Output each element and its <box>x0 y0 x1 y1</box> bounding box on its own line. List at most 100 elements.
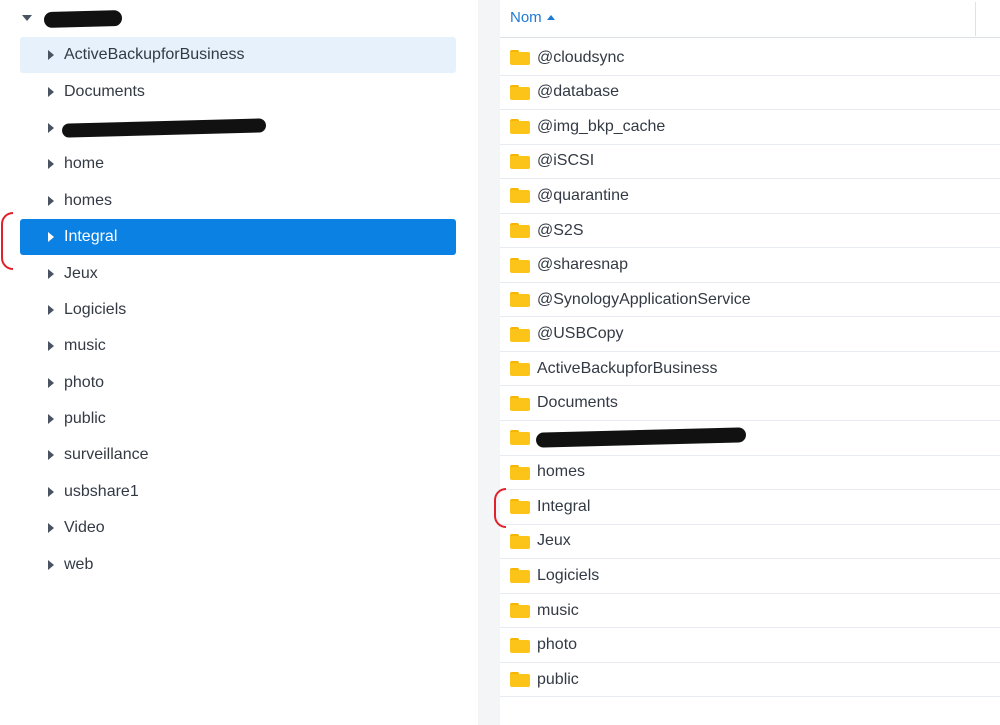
file-row[interactable]: homes <box>500 456 1000 491</box>
tree-item[interactable]: ActiveBackupforBusiness <box>20 37 456 74</box>
folder-icon <box>510 533 530 549</box>
tree-item-label: usbshare1 <box>64 482 139 500</box>
column-header-name[interactable]: Nom <box>510 9 555 26</box>
caret-right-icon[interactable] <box>48 232 54 243</box>
file-name: @sharesnap <box>537 256 628 274</box>
caret-down-icon[interactable] <box>22 15 32 21</box>
folder-icon <box>510 430 530 446</box>
tree-item-label: Jeux <box>64 264 98 282</box>
caret-right-icon[interactable] <box>48 486 54 497</box>
pane-divider[interactable] <box>478 0 500 725</box>
file-name: ActiveBackupforBusiness <box>537 359 718 377</box>
folder-icon <box>510 257 530 273</box>
file-row[interactable]: @sharesnap <box>500 248 1000 283</box>
file-row[interactable]: photo <box>500 628 1000 663</box>
caret-right-icon[interactable] <box>48 195 54 206</box>
column-separator[interactable] <box>975 2 976 36</box>
file-name: Logiciels <box>537 566 600 584</box>
tree-item[interactable]: home <box>20 146 456 182</box>
file-row[interactable]: Logiciels <box>500 559 1000 594</box>
folder-icon <box>510 361 530 377</box>
caret-right-icon[interactable] <box>48 559 54 570</box>
tree-item-label: ActiveBackupforBusiness <box>64 46 245 64</box>
tree-item-label: web <box>64 555 94 573</box>
annotation-bracket <box>1 212 13 270</box>
tree-item-label: Logiciels <box>64 300 127 318</box>
folder-icon <box>510 499 530 515</box>
file-name: @img_bkp_cache <box>537 117 666 135</box>
file-row[interactable]: Documents <box>500 386 1000 422</box>
file-name: Integral <box>537 497 591 515</box>
file-row[interactable]: @quarantine <box>500 179 1000 214</box>
redaction-mark <box>43 9 123 29</box>
file-name: Documents <box>537 394 618 412</box>
caret-right-icon[interactable] <box>48 50 54 61</box>
file-name: @S2S <box>537 221 584 239</box>
file-row[interactable]: @iSCSI <box>500 145 1000 180</box>
file-row[interactable]: @database <box>500 76 1000 111</box>
folder-icon <box>510 395 530 411</box>
file-list: @cloudsync @database @img_bkp_cache @iSCSI @… <box>500 41 1000 698</box>
folder-icon <box>510 188 530 204</box>
tree-item[interactable]: Logiciels <box>20 292 456 328</box>
caret-right-icon[interactable] <box>48 450 54 461</box>
file-row[interactable]: Jeux <box>500 525 1000 560</box>
tree-item-label: homes <box>64 191 113 209</box>
caret-right-icon[interactable] <box>48 268 54 279</box>
tree-item[interactable]: Video <box>20 510 456 546</box>
tree-item[interactable]: surveillance <box>20 437 456 473</box>
caret-right-icon[interactable] <box>48 341 54 352</box>
folder-icon <box>510 603 530 619</box>
annotation-bracket <box>494 488 506 528</box>
file-row[interactable]: @cloudsync <box>500 41 1000 76</box>
file-name: photo <box>537 636 578 654</box>
list-header: Nom <box>500 0 1000 38</box>
folder-icon <box>510 153 530 169</box>
folder-icon <box>510 84 530 100</box>
folder-icon <box>510 119 530 135</box>
tree-item[interactable]: homes <box>20 183 456 219</box>
folder-icon <box>510 292 530 308</box>
file-name: Jeux <box>537 532 571 550</box>
tree-item-label: home <box>64 155 105 173</box>
tree-item[interactable]: web <box>20 546 456 582</box>
tree-root-node[interactable] <box>22 6 40 30</box>
file-name: @quarantine <box>537 186 629 204</box>
file-row[interactable]: @USBCopy <box>500 317 1000 352</box>
tree-item[interactable]: Integral <box>20 218 456 256</box>
folder-icon <box>510 326 530 342</box>
tree-item-label: music <box>64 337 106 355</box>
file-row[interactable]: music <box>500 594 1000 629</box>
file-name: @iSCSI <box>537 152 595 170</box>
file-row[interactable]: ActiveBackupforBusiness <box>500 352 1000 387</box>
folder-icon <box>510 50 530 66</box>
file-row[interactable]: @img_bkp_cache <box>500 110 1000 145</box>
tree-item[interactable]: public <box>20 401 456 437</box>
file-name: @cloudsync <box>537 48 625 66</box>
tree-item-label: surveillance <box>64 446 149 464</box>
file-name: @database <box>537 83 620 101</box>
caret-right-icon[interactable] <box>48 159 54 170</box>
tree-item[interactable]: music <box>20 328 456 364</box>
folder-icon <box>510 568 530 584</box>
caret-right-icon[interactable] <box>48 122 54 133</box>
folder-icon <box>510 464 530 480</box>
caret-right-icon[interactable] <box>48 377 54 388</box>
caret-right-icon[interactable] <box>48 414 54 425</box>
caret-right-icon[interactable] <box>48 523 54 534</box>
file-name: public <box>537 670 579 688</box>
file-list-pane: Nom @cloudsync @database @img_bkp_cache @iS… <box>500 0 1000 725</box>
tree-item[interactable]: Jeux <box>20 255 456 291</box>
tree-item[interactable]: usbshare1 <box>20 474 456 510</box>
tree-item-label: public <box>64 410 106 428</box>
tree-item[interactable]: Documents <box>20 73 456 109</box>
tree-item[interactable]: photo <box>20 365 456 401</box>
file-name: music <box>537 601 579 619</box>
caret-right-icon[interactable] <box>48 304 54 315</box>
caret-right-icon[interactable] <box>48 86 54 97</box>
file-name: homes <box>537 463 586 481</box>
file-row[interactable]: public <box>500 663 1000 698</box>
file-row[interactable]: Integral <box>500 490 1000 525</box>
file-row[interactable]: @SynologyApplicationService <box>500 283 1000 318</box>
file-row[interactable]: @S2S <box>500 214 1000 249</box>
